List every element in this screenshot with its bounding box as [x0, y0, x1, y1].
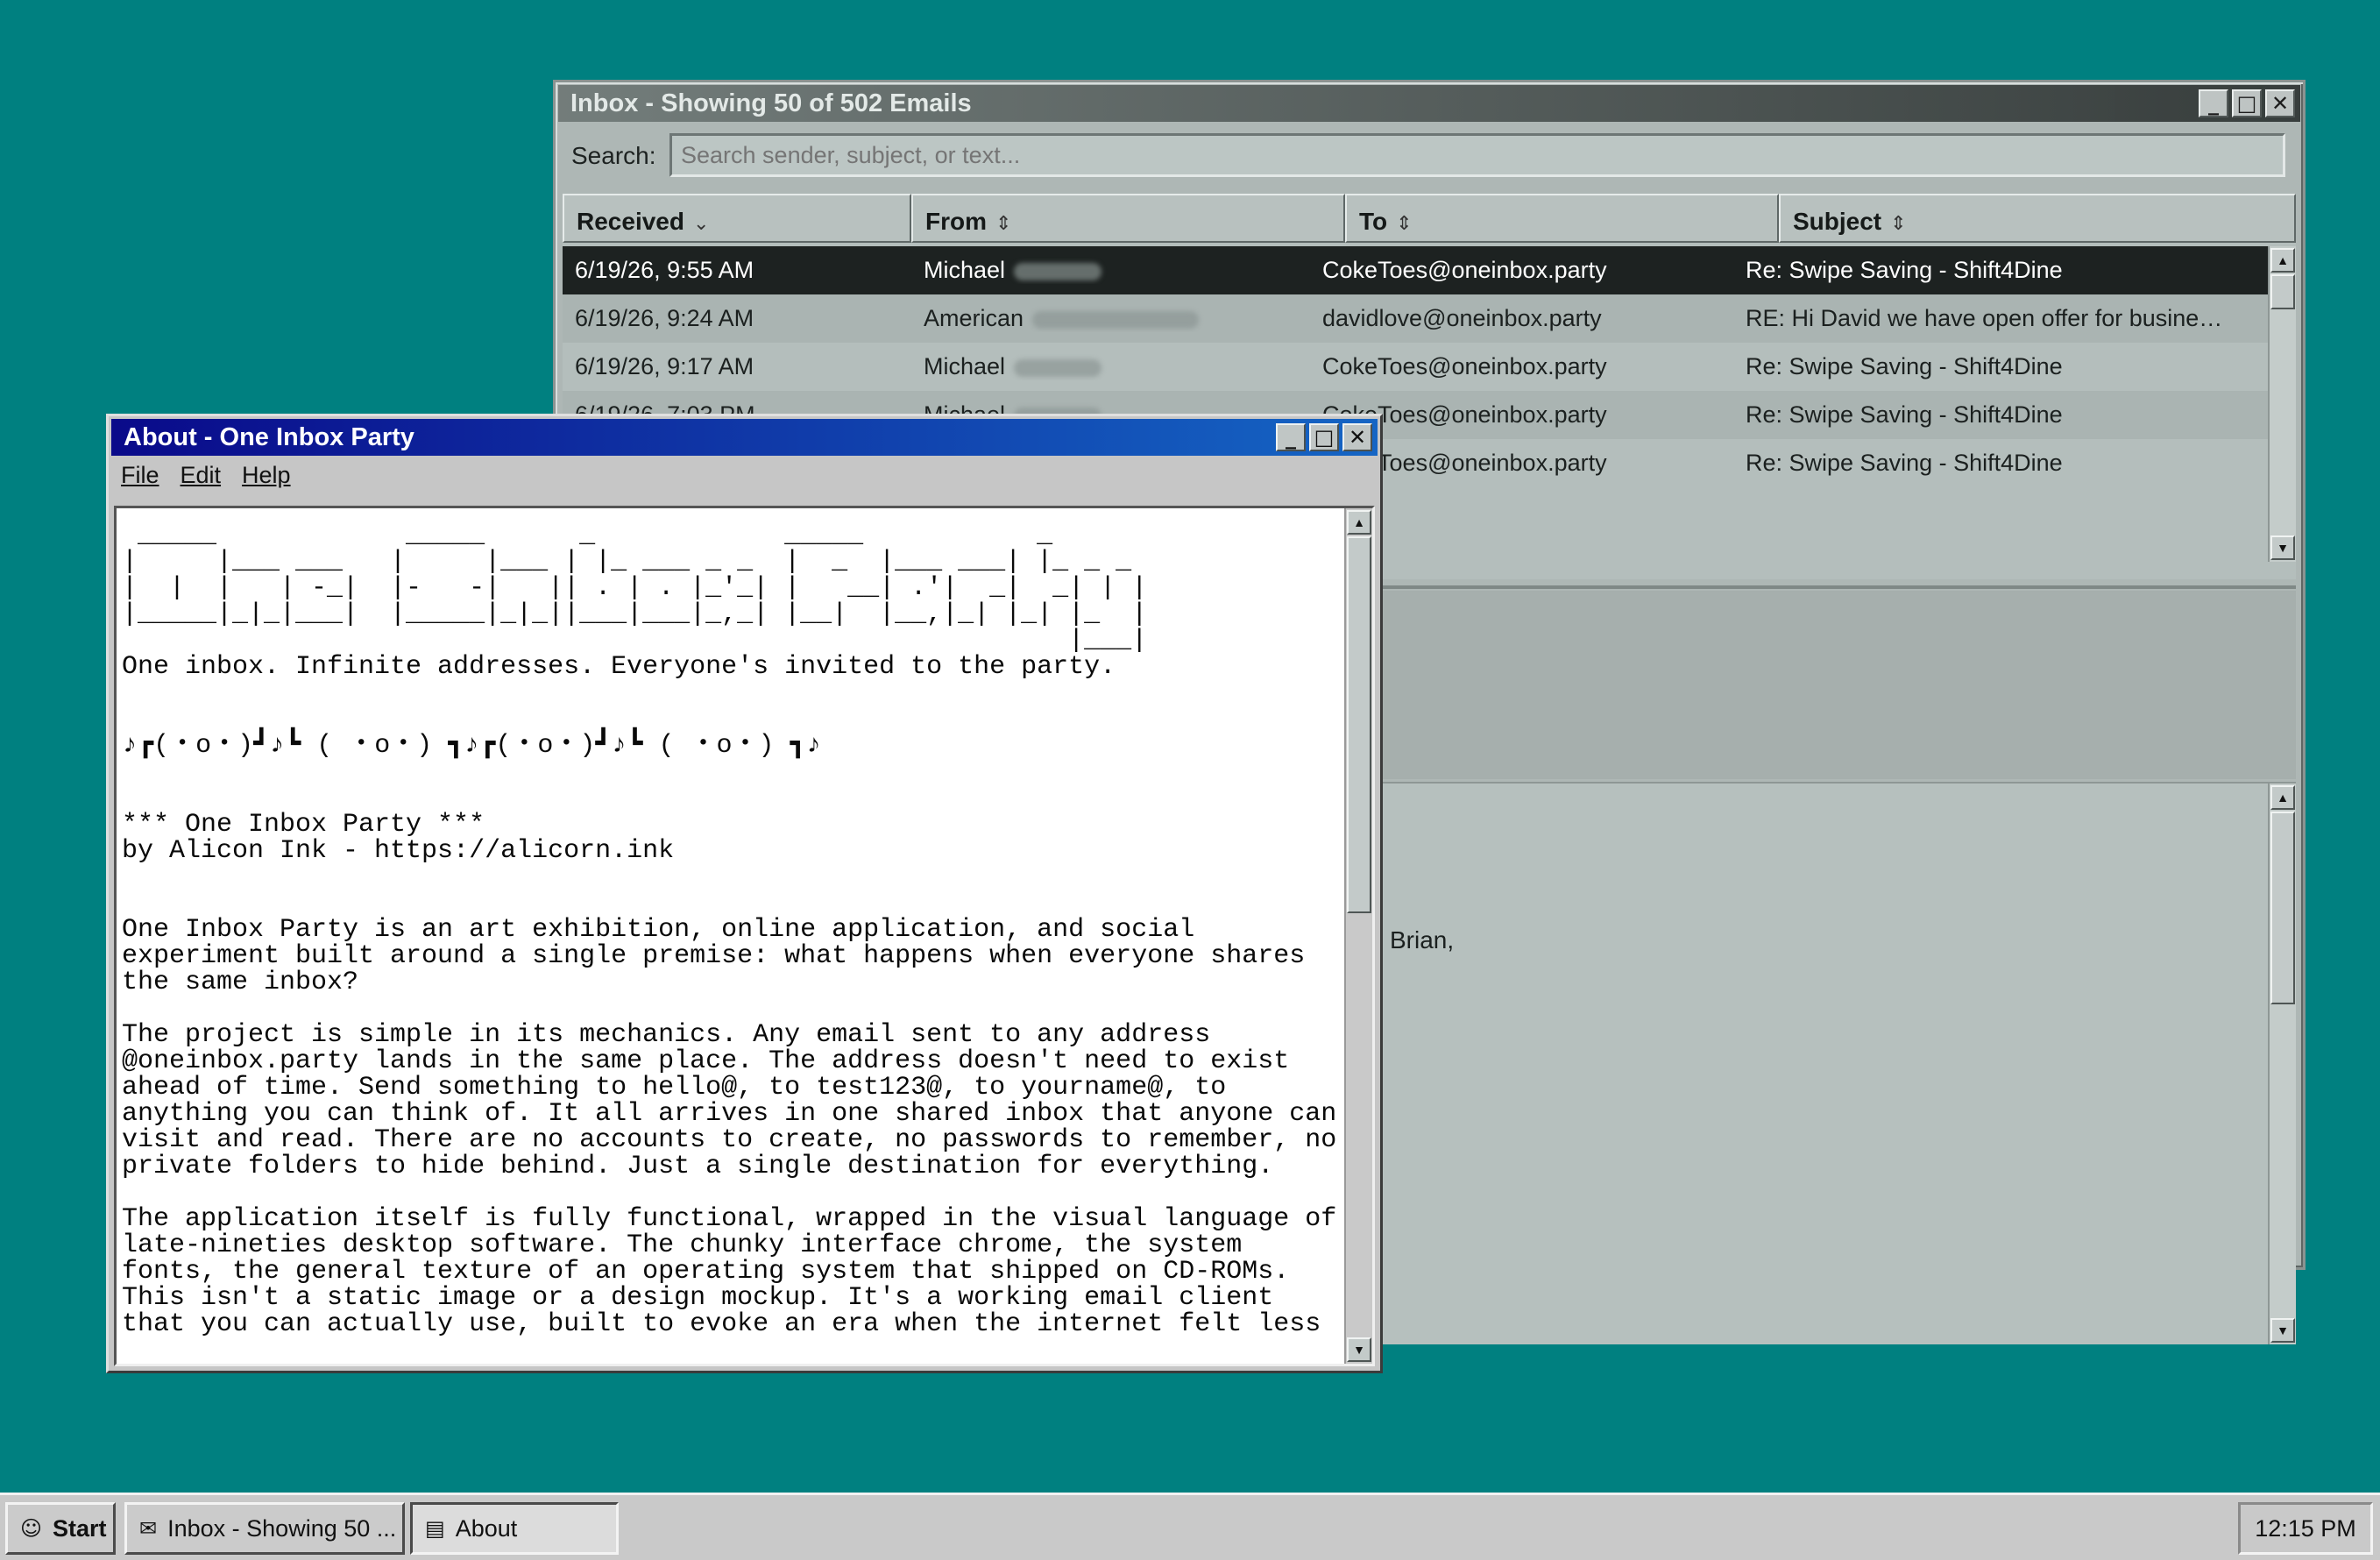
start-label: Start: [53, 1514, 107, 1542]
maximize-button[interactable]: □: [2232, 89, 2262, 117]
inbox-title: Inbox - Showing 50 of 502 Emails: [570, 89, 972, 117]
start-button[interactable]: ☺ Start: [5, 1502, 116, 1555]
email-list-scrollbar[interactable]: ▲ ▼: [2268, 246, 2296, 562]
maximize-button[interactable]: □: [1309, 423, 1339, 451]
cell-received: 6/19/26, 9:55 AM: [575, 257, 754, 283]
column-label: Subject: [1793, 208, 1882, 235]
close-button[interactable]: ✕: [2265, 89, 2295, 117]
minimize-button[interactable]: _: [1276, 423, 1306, 451]
taskbar-item-about[interactable]: ▤ About: [410, 1502, 619, 1555]
taskbar-item-label: Inbox - Showing 50 ...: [167, 1514, 397, 1542]
about-titlebar[interactable]: About - One Inbox Party _ □ ✕: [111, 419, 1378, 456]
scroll-thumb[interactable]: [1347, 536, 1371, 913]
cell-subject: RE: Hi David we have open offer for busi…: [1746, 305, 2223, 331]
redacted-address: [1032, 310, 1200, 329]
menu-edit[interactable]: Edit: [181, 462, 222, 489]
sort-icon: ⇕: [995, 212, 1012, 234]
about-text-area[interactable]: _____ _____ _ _____ _ | |___ ___ | |___ …: [114, 506, 1375, 1366]
about-scrollbar[interactable]: ▲ ▼: [1344, 508, 1372, 1364]
sender-name: Michael: [924, 353, 1006, 379]
cell-from: Michael: [911, 257, 1310, 284]
cell-subject: Re: Swipe Saving - Shift4Dine: [1746, 353, 2063, 379]
redacted-address: [1014, 358, 1102, 377]
scroll-thumb[interactable]: [2270, 812, 2295, 1004]
sender-name: American: [924, 305, 1024, 331]
cell-to: davidlove@oneinbox.party: [1322, 305, 1602, 331]
column-subject[interactable]: Subject ⇕: [1779, 194, 2296, 243]
about-window[interactable]: About - One Inbox Party _ □ ✕ File Edit …: [106, 414, 1383, 1373]
cell-from: Michael: [911, 353, 1310, 380]
column-received[interactable]: Received ⌄: [563, 194, 911, 243]
scroll-up-icon[interactable]: ▲: [2270, 785, 2295, 810]
menu-file[interactable]: File: [121, 462, 159, 489]
table-row[interactable]: 6/19/26, 9:17 AM Michael CokeToes@oneinb…: [563, 343, 2268, 391]
cell-from: American: [911, 305, 1310, 332]
scroll-down-icon[interactable]: ▼: [1347, 1337, 1371, 1362]
menu-help[interactable]: Help: [242, 462, 291, 489]
cell-received: 6/19/26, 9:17 AM: [575, 353, 754, 379]
document-icon: ▤: [425, 1516, 445, 1541]
sort-icon: ⇕: [1396, 212, 1413, 234]
inbox-titlebar[interactable]: Inbox - Showing 50 of 502 Emails _ □ ✕: [558, 85, 2300, 122]
cell-received: 6/19/26, 9:24 AM: [575, 305, 754, 331]
scroll-down-icon[interactable]: ▼: [2270, 535, 2295, 560]
about-text: _____ _____ _ _____ _ | |___ ___ | |___ …: [122, 522, 1337, 1339]
cat-icon: ☺: [20, 1516, 43, 1541]
scroll-down-icon[interactable]: ▼: [2270, 1318, 2295, 1343]
cell-to: CokeToes@oneinbox.party: [1322, 257, 1607, 283]
column-label: Received: [577, 208, 684, 235]
cell-to: CokeToes@oneinbox.party: [1322, 353, 1607, 379]
redacted-address: [1014, 262, 1102, 280]
taskbar: ☺ Start ✉ Inbox - Showing 50 ... ▤ About…: [0, 1493, 2380, 1560]
preview-scrollbar[interactable]: ▲ ▼: [2268, 784, 2296, 1344]
scroll-thumb[interactable]: [2270, 274, 2295, 309]
minimize-button[interactable]: _: [2199, 89, 2228, 117]
about-title: About - One Inbox Party: [124, 423, 414, 451]
column-from[interactable]: From ⇕: [911, 194, 1345, 243]
email-greeting: Brian,: [1390, 926, 1455, 954]
cell-subject: Re: Swipe Saving - Shift4Dine: [1746, 401, 2063, 428]
table-row[interactable]: 6/19/26, 9:24 AM American davidlove@onei…: [563, 294, 2268, 343]
taskbar-item-label: About: [455, 1514, 518, 1542]
sender-name: Michael: [924, 257, 1006, 283]
menu-bar: File Edit Help: [121, 462, 291, 489]
search-row: Search:: [571, 133, 2291, 179]
table-row[interactable]: 6/19/26, 9:55 AM Michael CokeToes@oneinb…: [563, 246, 2268, 294]
search-input[interactable]: [669, 133, 2285, 177]
close-button[interactable]: ✕: [1342, 423, 1372, 451]
cell-subject: Re: Swipe Saving - Shift4Dine: [1746, 450, 2063, 476]
table-header: Received ⌄ From ⇕ To ⇕ Subject ⇕: [563, 194, 2296, 243]
system-clock: 12:15 PM: [2238, 1502, 2373, 1555]
scroll-up-icon[interactable]: ▲: [1347, 510, 1371, 535]
column-label: To: [1359, 208, 1388, 235]
search-label: Search:: [571, 142, 656, 169]
column-label: From: [925, 208, 987, 235]
cell-subject: Re: Swipe Saving - Shift4Dine: [1746, 257, 2063, 283]
sort-icon: ⇕: [1890, 212, 1907, 234]
scroll-up-icon[interactable]: ▲: [2270, 248, 2295, 273]
taskbar-item-inbox[interactable]: ✉ Inbox - Showing 50 ...: [124, 1502, 405, 1555]
sort-desc-icon: ⌄: [692, 212, 710, 234]
mail-icon: ✉: [139, 1516, 158, 1541]
column-to[interactable]: To ⇕: [1345, 194, 1779, 243]
